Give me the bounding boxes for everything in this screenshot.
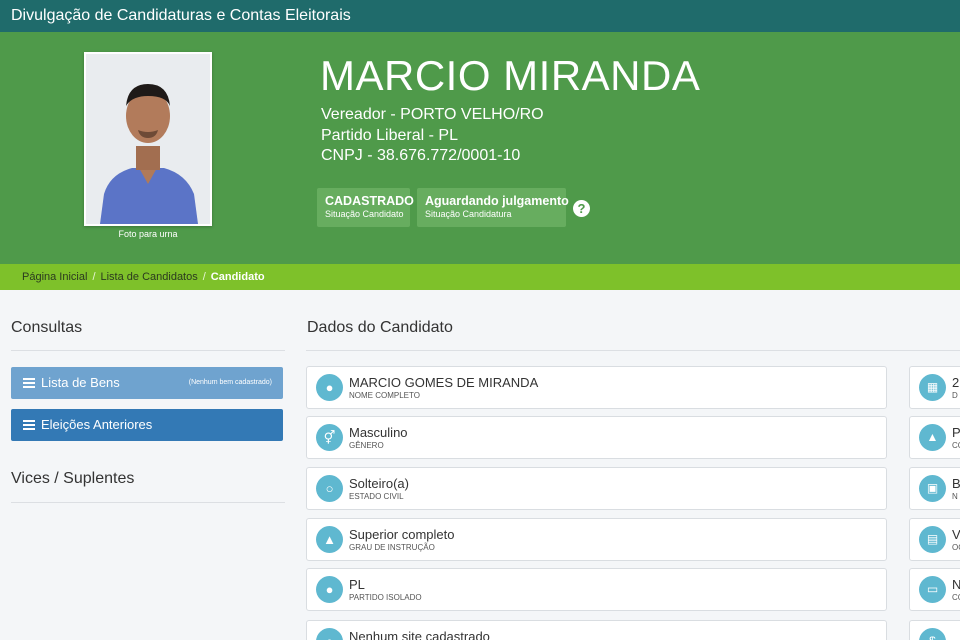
graduation-cap-icon: ▲ <box>316 526 343 553</box>
field-education: ▲ Superior completo GRAU DE INSTRUÇÃO <box>306 518 887 561</box>
field-label: D <box>952 391 958 400</box>
previous-elections-button[interactable]: Eleições Anteriores <box>11 409 283 441</box>
field-value: 2 <box>952 375 960 390</box>
candidate-photo-image <box>86 54 210 224</box>
list-icon <box>23 378 35 388</box>
field-value: Ve <box>952 527 960 542</box>
bank-icon: ▤ <box>919 526 946 553</box>
candidate-cnpj: CNPJ - 38.676.772/0001-10 <box>321 147 521 164</box>
assets-count-badge: (Nenhum bem cadastrado) <box>188 379 272 386</box>
candidate-data-title: Dados do Candidato <box>307 319 453 336</box>
candidate-status-value: CADASTRADO <box>325 194 414 208</box>
breadcrumb-home[interactable]: Página Inicial <box>22 271 87 283</box>
dollar-icon: $ <box>919 628 946 640</box>
ring-icon: ○ <box>316 475 343 502</box>
vices-divider <box>11 502 285 503</box>
field-spending-limit: $ <box>909 620 960 640</box>
field-label: N <box>952 492 958 501</box>
field-value: MARCIO GOMES DE MIRANDA <box>349 375 539 390</box>
field-marital-status: ○ Solteiro(a) ESTADO CIVIL <box>306 467 887 510</box>
field-occupation: ▤ Ve OC <box>909 518 960 561</box>
breadcrumb-current: Candidato <box>210 271 265 283</box>
list-icon <box>23 420 35 430</box>
previous-elections-label: Eleições Anteriores <box>41 417 153 432</box>
field-value: Solteiro(a) <box>349 476 409 491</box>
candidate-name: MARCIO MIRANDA <box>320 52 701 99</box>
group-icon: ● <box>316 576 343 603</box>
calendar-icon: ▦ <box>919 374 946 401</box>
candidacy-status-label: Situação Candidatura <box>425 209 512 219</box>
field-value: N <box>952 577 960 592</box>
field-birth-date: ▦ 2 D <box>909 366 960 409</box>
field-label: OC <box>952 543 960 552</box>
breadcrumb-separator: / <box>92 271 96 283</box>
globe-icon: ● <box>316 628 343 640</box>
assets-list-button[interactable]: Lista de Bens (Nenhum bem cadastrado) <box>11 367 283 399</box>
field-party: ● PL PARTIDO ISOLADO <box>306 568 887 611</box>
gender-icon: ⚥ <box>316 424 343 451</box>
user-icon: ● <box>316 374 343 401</box>
candidate-header: Foto para urna MARCIO MIRANDA Vereador -… <box>0 32 960 264</box>
candidate-status-label: Situação Candidato <box>325 209 404 219</box>
help-icon[interactable]: ? <box>573 200 590 217</box>
field-label: GRAU DE INSTRUÇÃO <box>349 543 435 552</box>
shirt-icon: ▲ <box>919 424 946 451</box>
consultas-title: Consultas <box>11 319 83 336</box>
candidate-office: Vereador - PORTO VELHO/RO <box>321 106 544 123</box>
field-label: CO <box>952 441 960 450</box>
assets-list-label: Lista de Bens <box>41 375 120 390</box>
field-value: Nenhum site cadastrado <box>349 629 490 640</box>
candidate-data-divider <box>306 350 960 351</box>
field-label: NOME COMPLETO <box>349 391 420 400</box>
candidate-party: Partido Liberal - PL <box>321 126 458 144</box>
field-full-name: ● MARCIO GOMES DE MIRANDA NOME COMPLETO <box>306 366 887 409</box>
candidate-info: Vereador - PORTO VELHO/RO Partido Libera… <box>321 105 544 167</box>
field-nationality: ▣ B N <box>909 467 960 510</box>
field-color-race: ▲ P CO <box>909 416 960 459</box>
consultas-divider <box>11 350 285 351</box>
field-label: PARTIDO ISOLADO <box>349 593 422 602</box>
map-icon: ▣ <box>919 475 946 502</box>
app-title-bar: Divulgação de Candidaturas e Contas Elei… <box>0 0 960 32</box>
breadcrumb: Página Inicial / Lista de Candidatos / Candi… <box>0 264 960 290</box>
candidacy-status-value: Aguardando julgamento <box>425 194 569 208</box>
field-value: Masculino <box>349 425 408 440</box>
field-label: ESTADO CIVIL <box>349 492 404 501</box>
field-gender: ⚥ Masculino GÊNERO <box>306 416 887 459</box>
field-label: CO <box>952 593 960 602</box>
field-website: ● Nenhum site cadastrado <box>306 620 887 640</box>
breadcrumb-candidate-list[interactable]: Lista de Candidatos <box>101 271 198 283</box>
field-label: GÊNERO <box>349 441 384 450</box>
field-value: Superior completo <box>349 527 455 542</box>
photo-caption: Foto para urna <box>118 229 178 239</box>
breadcrumb-separator: / <box>202 271 206 283</box>
app-title: Divulgação de Candidaturas e Contas Elei… <box>11 7 351 24</box>
candidate-photo <box>84 52 212 226</box>
candidacy-status-badge: Aguardando julgamento Situação Candidatu… <box>417 188 569 227</box>
field-coalition: ▭ N CO <box>909 568 960 611</box>
vices-title: Vices / Suplentes <box>11 470 135 487</box>
field-value: P <box>952 425 960 440</box>
field-value: B <box>952 476 960 491</box>
field-value: PL <box>349 577 365 592</box>
candidate-status-badge: CADASTRADO Situação Candidato <box>317 188 414 227</box>
folder-icon: ▭ <box>919 576 946 603</box>
